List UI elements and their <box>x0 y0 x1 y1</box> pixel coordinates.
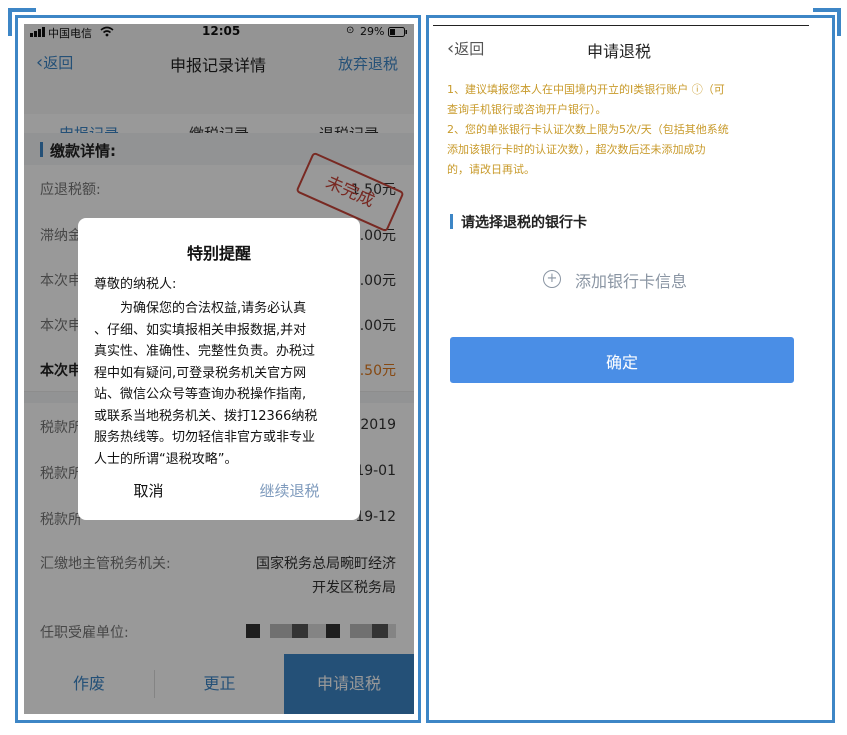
back-button[interactable]: ‹返回 <box>447 38 484 59</box>
special-reminder-dialog: 特别提醒 尊敬的纳税人: 为确保您的合法权益,请务必认真 、仔细、如实填报相关申… <box>78 218 360 520</box>
top-divider <box>433 25 809 26</box>
confirm-button[interactable]: 确定 <box>450 337 794 383</box>
dialog-line: 或联系当地税务机关、拨打12366纳税 <box>94 408 318 424</box>
notice-line: 的，请改日再试。 <box>447 163 535 176</box>
dialog-title: 特别提醒 <box>186 244 251 263</box>
dialog-line: 、仔细、如实填报相关申报数据,并对 <box>94 322 307 338</box>
dialog-continue-button[interactable]: 继续退税 <box>219 480 360 508</box>
dialog-line: 程中如有疑问,可登录税务机关官方网 <box>94 365 307 381</box>
dialog-line: 真实性、准确性、完整性负责。办税过 <box>94 344 316 359</box>
corner-mark-top-left <box>8 8 36 12</box>
dialog-body: 为确保您的合法权益,请务必认真 、仔细、如实填报相关申报数据,并对 真实性、准确… <box>94 298 350 470</box>
section-accent-bar <box>450 214 453 229</box>
corner-mark-top-left-vertical <box>8 8 12 36</box>
dialog-line: 服务热线等。切勿轻信非官方或非专业 <box>94 430 316 445</box>
notice-line: 1、建议填报您本人在中国境内开立的Ⅰ类银行账户 ⓘ（可 <box>447 83 725 96</box>
left-phone-screen: 中国电信 12:05 ⊙ 29% ‹返回 申报记录详情 放弃退税 申报记录 缴税… <box>24 24 414 714</box>
dialog-cancel-button[interactable]: 取消 <box>78 480 219 508</box>
corner-mark-top-right-vertical <box>837 8 841 36</box>
dialog-line: 为确保您的合法权益,请务必认真 <box>120 301 307 316</box>
dialog-greeting: 尊敬的纳税人: <box>94 277 177 292</box>
right-phone-screen: ‹返回 申请退税 1、建议填报您本人在中国境内开立的Ⅰ类银行账户 ⓘ（可 查询手… <box>433 24 826 716</box>
section-title: 请选择退税的银行卡 <box>461 215 587 231</box>
dialog-line: 站、微信公众号等查询办税操作指南, <box>94 387 307 402</box>
dialog-line: 人士的所谓“退税攻略”。 <box>94 451 238 467</box>
notice-text: 1、建议填报您本人在中国境内开立的Ⅰ类银行账户 ⓘ（可 查询手机银行或咨询开户银… <box>447 80 817 180</box>
plus-circle-icon: + <box>543 270 561 288</box>
add-card-label: 添加银行卡信息 <box>575 272 688 291</box>
notice-line: 查询手机银行或咨询开户银行）。 <box>447 103 607 116</box>
confirm-label: 确定 <box>605 353 638 372</box>
notice-line: 2、您的单张银行卡认证次数上限为5次/天（包括其他系统 <box>447 123 729 136</box>
back-label: 返回 <box>454 40 485 58</box>
notice-line: 添加该银行卡时的认证次数），超次数后还未添加成功 <box>447 143 706 156</box>
page-title: 申请退税 <box>587 42 652 61</box>
